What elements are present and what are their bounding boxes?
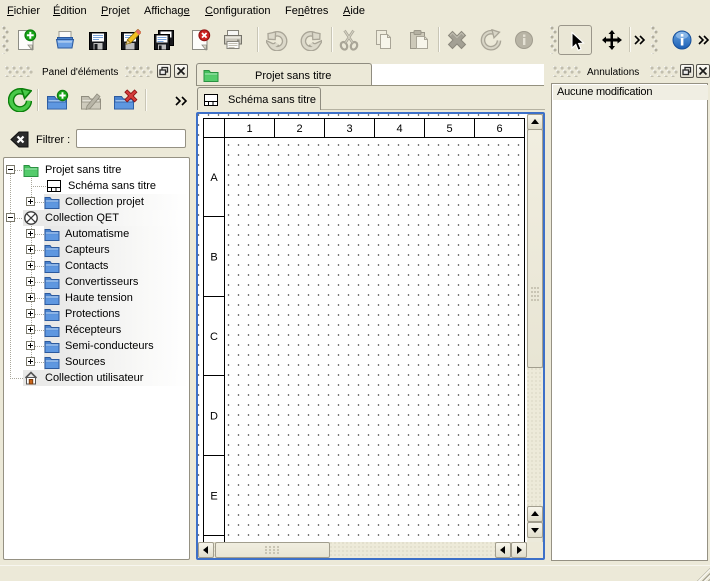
svg-text:A: A [210, 172, 218, 184]
svg-text:E: E [210, 491, 217, 503]
svg-text:1: 1 [246, 123, 252, 135]
svg-text:D: D [210, 411, 218, 423]
svg-text:2: 2 [296, 123, 302, 135]
svg-text:4: 4 [396, 123, 402, 135]
svg-text:B: B [210, 252, 217, 264]
svg-text:3: 3 [346, 123, 352, 135]
svg-text:C: C [210, 331, 218, 343]
svg-text:5: 5 [446, 123, 452, 135]
svg-text:6: 6 [496, 123, 502, 135]
